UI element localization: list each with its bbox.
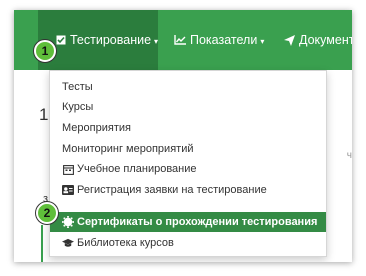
step-badge-1: 1 (34, 40, 56, 62)
menu-item-certificates[interactable]: Сертификаты о прохождении тестирования (50, 212, 326, 232)
send-icon (284, 34, 295, 46)
step-badge-2: 2 (36, 202, 58, 224)
menu-item-tests[interactable]: Тесты (50, 77, 326, 97)
checkbox-icon (56, 35, 66, 45)
id-card-icon (62, 185, 74, 195)
nav-testing-label: Тестирование (70, 33, 152, 47)
nav-indicators[interactable]: Показатели ▾ (174, 10, 264, 70)
chevron-down-icon: ▾ (260, 36, 265, 46)
menu-item-label: Сертификаты о прохождении тестирования (77, 216, 318, 228)
menu-item-label: Мониторинг мероприятий (62, 143, 194, 155)
menu-item-events[interactable]: Мероприятия (50, 118, 326, 138)
menu-item-test-registration[interactable]: Регистрация заявки на тестирование (50, 180, 326, 200)
testing-dropdown-menu: Тесты Курсы Мероприятия Мониторинг мероп… (49, 70, 327, 257)
menu-item-label: Курсы (62, 101, 94, 113)
chart-icon (174, 35, 186, 45)
nav-testing[interactable]: Тестирование ▾ (38, 10, 158, 70)
page-side-text: ч (346, 150, 352, 161)
menu-item-study-planning[interactable]: Учебное планирование (50, 159, 326, 179)
graduation-cap-icon (62, 238, 74, 248)
nav-indicators-label: Показатели (190, 33, 258, 47)
certificate-icon (62, 216, 74, 228)
nav-documents-label: Документы (299, 33, 352, 47)
menu-item-label: Библиотека курсов (77, 237, 174, 249)
menu-item-events-monitoring[interactable]: Мониторинг мероприятий (50, 139, 326, 159)
calendar-icon (62, 164, 74, 175)
menu-item-courses[interactable]: Курсы (50, 97, 326, 117)
menu-item-course-library[interactable]: Библиотека курсов (50, 233, 326, 253)
chevron-down-icon: ▾ (154, 36, 159, 46)
top-navbar: Тестирование ▾ 1 Показатели ▾ Документы (14, 10, 352, 70)
active-tab-indicator (41, 225, 43, 262)
menu-item-label: Мероприятия (62, 122, 131, 134)
nav-documents[interactable]: Документы (284, 10, 352, 70)
app-window: Тестирование ▾ 1 Показатели ▾ Документы … (14, 10, 352, 262)
menu-item-label: Регистрация заявки на тестирование (77, 184, 267, 196)
menu-item-label: Тесты (62, 81, 93, 93)
menu-item-label: Учебное планирование (77, 163, 197, 175)
